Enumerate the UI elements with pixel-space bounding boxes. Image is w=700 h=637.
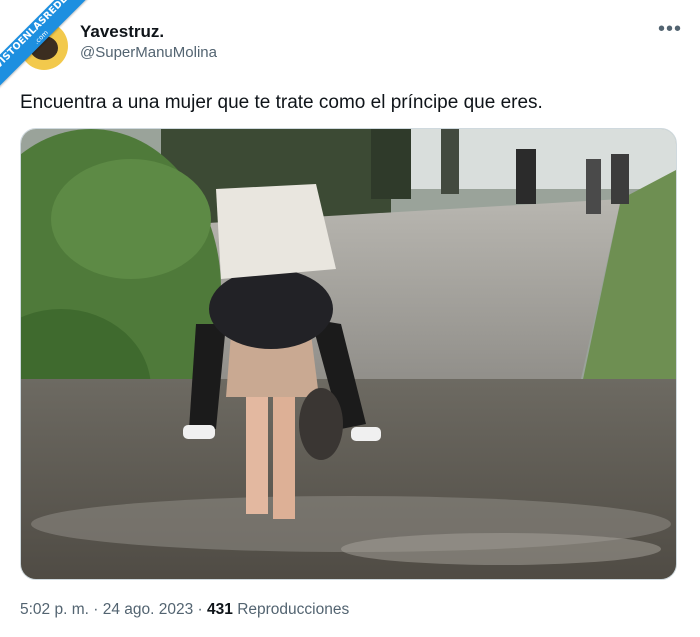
photo-illustration [21, 129, 676, 579]
tweet-card: VISTOENLASREDES .com Yavestruz. @SuperMa… [0, 0, 700, 637]
meta-separator: · [193, 601, 208, 618]
watermark-ribbon: VISTOENLASREDES .com [0, 0, 90, 90]
tweet-meta: 5:02 p. m. · 24 ago. 2023 · 431 Reproduc… [20, 601, 349, 619]
watermark: VISTOENLASREDES .com [0, 0, 90, 90]
tweet-text: Encuentra a una mujer que te trate como … [20, 92, 543, 113]
author-handle[interactable]: @SuperManuMolina [80, 44, 217, 61]
author-name[interactable]: Yavestruz. [80, 22, 164, 42]
tweet-time[interactable]: 5:02 p. m. [20, 601, 89, 618]
views-count: 431 [207, 601, 233, 618]
ellipsis-icon[interactable]: ••• [658, 18, 682, 41]
tweet-photo[interactable] [20, 128, 677, 580]
tweet-date[interactable]: 24 ago. 2023 [103, 601, 194, 618]
views-label: Reproducciones [232, 601, 350, 618]
meta-separator: · [88, 601, 103, 618]
